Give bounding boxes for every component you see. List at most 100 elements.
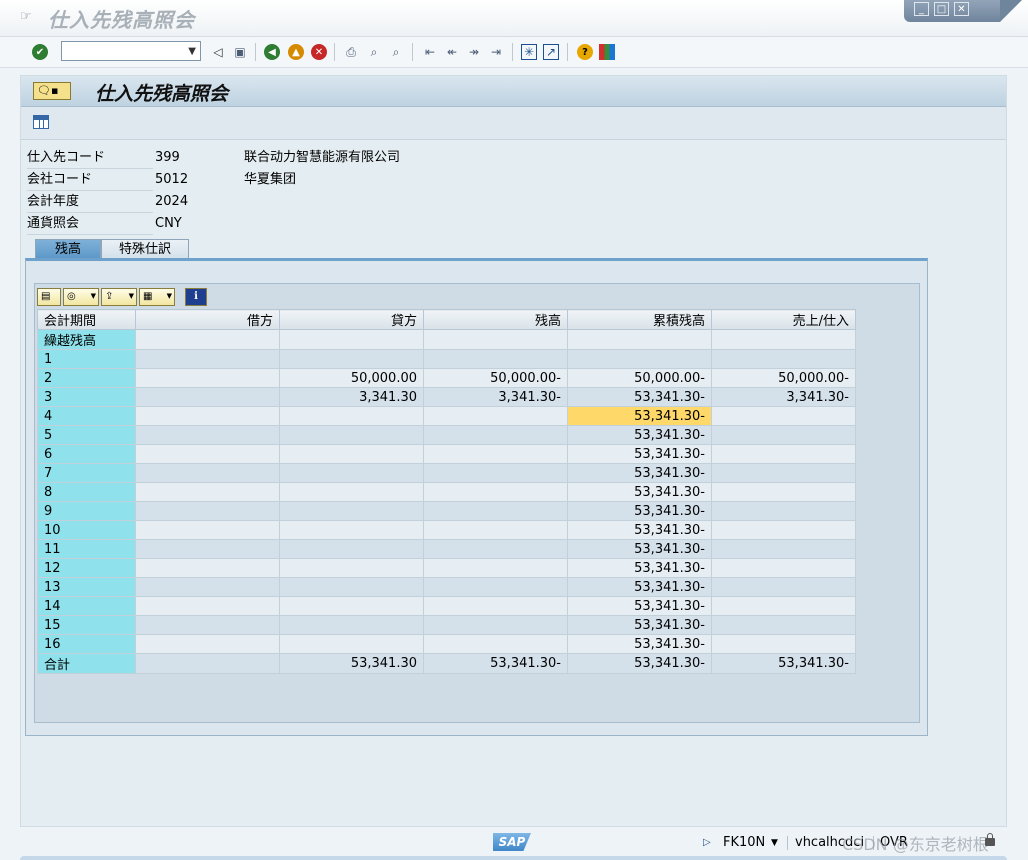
amount-cell[interactable] (135, 558, 280, 578)
amount-cell[interactable]: 53,341.30- (567, 634, 712, 654)
amount-cell[interactable]: 53,341.30- (567, 501, 712, 521)
new-session-icon[interactable]: ✳ (521, 44, 537, 60)
period-cell[interactable]: 14 (37, 596, 136, 616)
amount-cell[interactable] (423, 501, 568, 521)
amount-cell[interactable] (135, 501, 280, 521)
shortcut-icon[interactable]: ↗ (543, 44, 559, 60)
amount-cell[interactable] (135, 368, 280, 388)
amount-cell[interactable]: 50,000.00- (567, 368, 712, 388)
back-arrow-icon[interactable]: ◁ (210, 44, 226, 60)
period-cell[interactable]: 5 (37, 425, 136, 445)
amount-cell[interactable] (279, 329, 424, 350)
amount-cell[interactable] (279, 634, 424, 654)
amount-cell[interactable]: 50,000.00 (279, 368, 424, 388)
amount-cell[interactable] (711, 539, 856, 559)
period-cell[interactable]: 15 (37, 615, 136, 635)
print-preview-icon[interactable]: ▤ (37, 288, 61, 306)
details-icon[interactable]: ◎ ▼ (63, 288, 99, 306)
amount-cell[interactable] (135, 329, 280, 350)
amount-cell[interactable] (711, 482, 856, 502)
exit-icon[interactable]: ▲ (288, 44, 304, 60)
amount-cell[interactable]: 3,341.30 (279, 387, 424, 407)
period-cell[interactable]: 合計 (37, 653, 136, 674)
status-expand-icon[interactable]: ▷ (703, 837, 711, 848)
amount-cell[interactable] (135, 406, 280, 426)
period-cell[interactable]: 11 (37, 539, 136, 559)
amount-cell[interactable] (135, 596, 280, 616)
next-page-icon[interactable]: ↠ (466, 44, 482, 60)
amount-cell[interactable]: 53,341.30- (567, 539, 712, 559)
amount-cell[interactable] (135, 444, 280, 464)
amount-cell[interactable] (567, 329, 712, 350)
period-cell[interactable]: 9 (37, 501, 136, 521)
amount-cell[interactable] (423, 577, 568, 597)
info-icon[interactable]: i (185, 288, 207, 306)
amount-cell[interactable] (711, 406, 856, 426)
col-period-header[interactable]: 会計期間 (37, 309, 136, 330)
last-page-icon[interactable]: ⇥ (488, 44, 504, 60)
display-mode-icon[interactable]: 🗨▪ (33, 82, 71, 100)
amount-cell[interactable]: 53,341.30- (567, 406, 712, 426)
amount-cell[interactable] (423, 520, 568, 540)
period-cell[interactable]: 13 (37, 577, 136, 597)
amount-cell[interactable]: 3,341.30- (711, 387, 856, 407)
col-debit-header[interactable]: 借方 (135, 309, 280, 330)
cancel-icon[interactable]: ✕ (311, 44, 327, 60)
amount-cell[interactable]: 53,341.30- (567, 425, 712, 445)
amount-cell[interactable] (135, 577, 280, 597)
maximize-icon[interactable]: □ (934, 2, 949, 16)
amount-cell[interactable]: 53,341.30- (567, 615, 712, 635)
amount-cell[interactable] (135, 653, 280, 674)
amount-cell[interactable] (423, 406, 568, 426)
status-dropdown-icon[interactable]: ▼ (771, 834, 778, 852)
amount-cell[interactable] (711, 520, 856, 540)
amount-cell[interactable] (711, 577, 856, 597)
system-menu-icon[interactable]: ☞ (20, 10, 34, 23)
amount-cell[interactable] (135, 387, 280, 407)
amount-cell[interactable] (279, 501, 424, 521)
amount-cell[interactable] (423, 634, 568, 654)
amount-cell[interactable] (279, 349, 424, 369)
amount-cell[interactable]: 50,000.00- (711, 368, 856, 388)
amount-cell[interactable] (135, 539, 280, 559)
amount-cell[interactable] (279, 406, 424, 426)
amount-cell[interactable]: 53,341.30 (279, 653, 424, 674)
amount-cell[interactable]: 3,341.30- (423, 387, 568, 407)
period-cell[interactable]: 12 (37, 558, 136, 578)
col-cumulative-header[interactable]: 累積残高 (567, 309, 712, 330)
amount-cell[interactable]: 53,341.30- (567, 558, 712, 578)
amount-cell[interactable] (279, 444, 424, 464)
amount-cell[interactable] (567, 349, 712, 369)
amount-cell[interactable] (423, 463, 568, 483)
minimize-icon[interactable]: _ (914, 2, 929, 16)
amount-cell[interactable] (711, 501, 856, 521)
amount-cell[interactable]: 53,341.30- (567, 482, 712, 502)
amount-cell[interactable] (135, 520, 280, 540)
amount-cell[interactable] (423, 539, 568, 559)
help-icon[interactable]: ? (577, 44, 593, 60)
tab-special-gl[interactable]: 特殊仕訳 (101, 239, 189, 259)
amount-cell[interactable] (423, 425, 568, 445)
export-icon[interactable]: ⇪ ▼ (101, 288, 137, 306)
period-cell[interactable]: 1 (37, 349, 136, 369)
previous-page-icon[interactable]: ↞ (444, 44, 460, 60)
amount-cell[interactable]: 50,000.00- (423, 368, 568, 388)
amount-cell[interactable] (711, 444, 856, 464)
amount-cell[interactable] (423, 482, 568, 502)
amount-cell[interactable] (135, 425, 280, 445)
amount-cell[interactable] (711, 634, 856, 654)
amount-cell[interactable]: 53,341.30- (567, 463, 712, 483)
amount-cell[interactable] (711, 558, 856, 578)
col-sales-purchases-header[interactable]: 売上/仕入 (711, 309, 856, 330)
amount-cell[interactable] (135, 463, 280, 483)
col-credit-header[interactable]: 貸方 (279, 309, 424, 330)
find-next-icon[interactable]: ⌕ (388, 44, 404, 60)
command-field[interactable]: ▼ (61, 41, 201, 61)
amount-cell[interactable] (135, 482, 280, 502)
amount-cell[interactable] (423, 558, 568, 578)
print-icon[interactable]: ⎙ (343, 44, 359, 60)
col-balance-header[interactable]: 残高 (423, 309, 568, 330)
amount-cell[interactable]: 53,341.30- (423, 653, 568, 674)
amount-cell[interactable] (279, 558, 424, 578)
amount-cell[interactable] (423, 349, 568, 369)
